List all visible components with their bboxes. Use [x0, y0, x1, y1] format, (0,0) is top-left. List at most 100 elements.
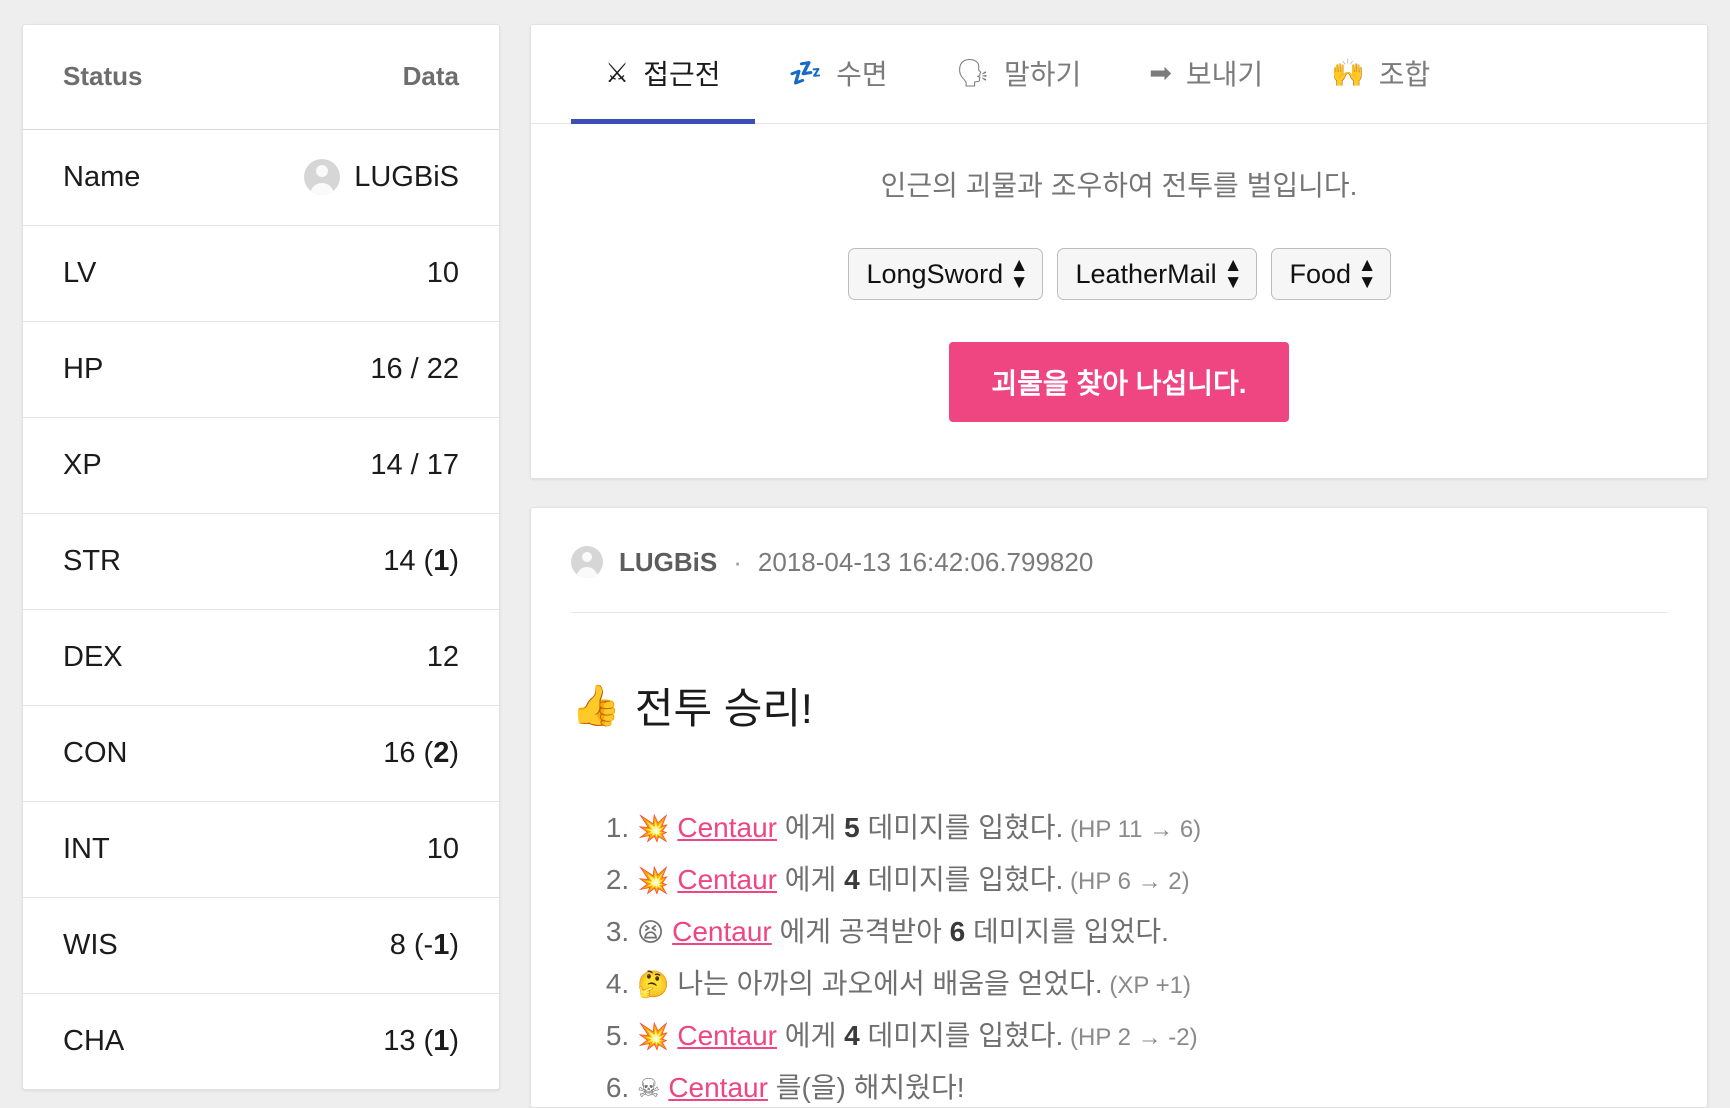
- tab-수면[interactable]: 💤 수면: [755, 25, 922, 124]
- sleep-zzz-icon: 💤: [788, 57, 823, 88]
- weapon-select-wrapper: LongSword ▲ ▼: [847, 248, 1043, 300]
- stat-paren-close: ): [449, 544, 459, 577]
- tab-label: 접근전: [643, 59, 721, 90]
- log-entry-tail: 데미지를 입혔다.: [859, 864, 1064, 895]
- status-table-head: Status Data: [23, 25, 499, 130]
- explosion-icon: 💥: [637, 1021, 670, 1051]
- log-separator: ·: [733, 546, 742, 577]
- stat-modifier: 2: [433, 736, 450, 769]
- stat-base: 16 (: [383, 736, 434, 769]
- monster-link[interactable]: Centaur: [677, 1020, 777, 1051]
- table-row: CON 16 (2): [23, 705, 499, 802]
- stat-modifier: 1: [433, 1024, 450, 1057]
- log-entry-tail: 데미지를 입었다.: [965, 916, 1169, 947]
- armor-select[interactable]: LeatherMail: [1056, 248, 1257, 300]
- status-row-label: DEX: [23, 609, 216, 706]
- list-item: 💥Centaur 에게 4 데미지를 입혔다. (HP 2 → -2): [637, 1018, 1667, 1053]
- monster-link[interactable]: Centaur: [672, 916, 772, 947]
- damage-amount: 6: [949, 916, 966, 947]
- log-author: LUGBiS: [619, 546, 718, 577]
- monster-link[interactable]: Centaur: [677, 812, 777, 843]
- table-row: CHA 13 (1): [23, 993, 499, 1089]
- list-item: 🤔나는 아까의 과오에서 배움을 얻었다. (XP +1): [637, 966, 1667, 1001]
- log-entry-tail: 데미지를 입혔다.: [859, 1020, 1064, 1051]
- status-row-value: 14 (1): [215, 513, 499, 610]
- stat-base: 13 (: [383, 1024, 434, 1057]
- damage-amount: 5: [844, 812, 860, 843]
- status-row-label: LV: [23, 225, 216, 322]
- right-arrow-icon: ➡: [1149, 57, 1172, 88]
- table-row: DEX 12: [23, 609, 499, 706]
- table-row: INT 10: [23, 801, 499, 898]
- battle-log-panel: LUGBiS · 2018-04-13 16:42:06.799820 👍 전투…: [530, 507, 1708, 1108]
- tab-접근전[interactable]: ⚔ 접근전: [571, 25, 755, 124]
- tab-label: 수면: [836, 59, 888, 90]
- table-row: HP 16 / 22: [23, 321, 499, 418]
- tab-label: 보내기: [1185, 59, 1264, 90]
- log-title-text: 전투 승리!: [634, 685, 813, 732]
- status-row-value: 16 / 22: [215, 321, 499, 418]
- armor-select-wrapper: LeatherMail ▲ ▼: [1056, 248, 1257, 300]
- table-row: WIS 8 (-1): [23, 897, 499, 994]
- list-item: 💥Centaur 에게 5 데미지를 입혔다. (HP 11 → 6): [637, 810, 1667, 845]
- log-entry-text: 에게: [777, 864, 845, 895]
- stat-paren-close: ): [449, 1024, 459, 1057]
- stat-base: 8 (-: [389, 928, 434, 961]
- status-row-value: 14 / 17: [215, 417, 499, 514]
- skull-crossbones-icon: ☠: [637, 1073, 661, 1103]
- status-row-label: Name: [23, 129, 216, 226]
- stat-modifier: 1: [433, 928, 450, 961]
- log-entry-text: 에게: [777, 1020, 845, 1051]
- tab-label: 말하기: [1003, 59, 1082, 90]
- action-description: 인근의 괴물과 조우하여 전투를 벌입니다.: [880, 170, 1358, 201]
- crossed-swords-icon: ⚔: [605, 57, 630, 88]
- stat-paren-close: ): [449, 736, 459, 769]
- action-panel: ⚔ 접근전 💤 수면 🗣 말하기 ➡ 보내기 🙌 조합 인근의 괴물과 조우하여 전투를 벌입니다…: [530, 24, 1708, 479]
- log-title: 👍 전투 승리!: [571, 675, 1667, 736]
- avatar: [571, 546, 603, 578]
- log-timestamp: 2018-04-13 16:42:06.799820: [757, 546, 1094, 577]
- avatar: [304, 159, 341, 195]
- status-row-value: 10: [215, 225, 499, 322]
- thumbs-up-icon: 👍: [571, 684, 621, 728]
- status-table-header-row: Status Data: [23, 25, 499, 130]
- log-entry-text: 를(을) 해치웠다!: [767, 1072, 965, 1103]
- status-row-label: HP: [23, 321, 216, 418]
- log-entry-note: (XP +1): [1102, 972, 1191, 999]
- table-row: XP 14 / 17: [23, 417, 499, 514]
- item-select-wrapper: Food ▲ ▼: [1270, 248, 1391, 300]
- status-row-value: 16 (2): [215, 705, 499, 802]
- status-row-label: XP: [23, 417, 216, 514]
- weapon-select[interactable]: LongSword: [847, 248, 1043, 300]
- damage-amount: 4: [844, 864, 860, 895]
- list-item: 💥Centaur 에게 4 데미지를 입혔다. (HP 6 → 2): [637, 862, 1667, 897]
- tab-말하기[interactable]: 🗣 말하기: [922, 25, 1116, 124]
- tired-face-icon: 😫: [637, 917, 665, 947]
- log-header: LUGBiS · 2018-04-13 16:42:06.799820: [571, 546, 1667, 613]
- status-column-header-key: Status: [23, 25, 216, 130]
- player-name-cell: LUGBiS: [256, 159, 459, 195]
- stat-modifier: 1: [433, 544, 450, 577]
- stat-paren-close: ): [449, 928, 459, 961]
- status-row-value: 8 (-1): [215, 897, 499, 994]
- status-row-value: 13 (1): [216, 993, 499, 1089]
- action-selectors: LongSword ▲ ▼ LeatherMail ▲ ▼ Food ▲ ▼: [571, 248, 1667, 300]
- explosion-icon: 💥: [637, 813, 670, 843]
- tab-보내기[interactable]: ➡ 보내기: [1115, 25, 1297, 124]
- tab-조합[interactable]: 🙌 조합: [1297, 25, 1464, 124]
- status-row-label: CHA: [63, 1024, 125, 1057]
- log-entry-note: (HP 6 → 2): [1063, 868, 1190, 895]
- log-entry-text: 에게 공격받아: [771, 916, 950, 947]
- status-panel: Status Data Name LUGBiS LV 10 HP 16 / 22 XP 14 …: [22, 24, 500, 1090]
- status-row-value: LUGBiS: [215, 129, 499, 226]
- log-entry-text: 나는 아까의 과오에서 배움을 얻었다.: [677, 968, 1103, 999]
- app-root: Status Data Name LUGBiS LV 10 HP 16 / 22 XP 14 …: [0, 0, 1730, 1108]
- item-select[interactable]: Food: [1270, 248, 1391, 300]
- speaking-head-icon: 🗣: [955, 57, 990, 88]
- log-entry-tail: 데미지를 입혔다.: [859, 812, 1064, 843]
- monster-link[interactable]: Centaur: [677, 864, 777, 895]
- monster-link[interactable]: Centaur: [668, 1072, 768, 1103]
- status-table-body: Name LUGBiS LV 10 HP 16 / 22 XP 14 / 17 STR 14 (1…: [23, 129, 499, 1089]
- find-monster-button[interactable]: 괴물을 찾아 나섭니다.: [949, 342, 1289, 422]
- right-column: ⚔ 접근전 💤 수면 🗣 말하기 ➡ 보내기 🙌 조합 인근의 괴물과 조우하여 전투를 벌입니다…: [530, 24, 1708, 1108]
